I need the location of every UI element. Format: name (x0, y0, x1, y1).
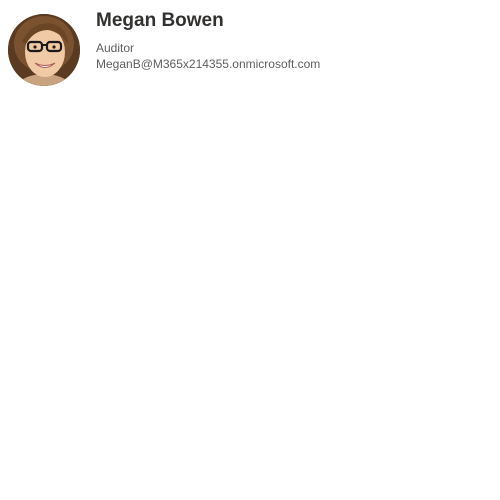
person-job-title: Auditor (96, 41, 135, 55)
person-card: Megan Bowen Auditor MeganB@M365x214355.o… (0, 0, 500, 500)
person-name: Megan Bowen (96, 10, 224, 31)
person-photo-icon (8, 14, 80, 86)
avatar[interactable] (8, 14, 80, 86)
person-info: Megan Bowen Auditor MeganB@M365x214355.o… (96, 9, 320, 72)
person-email[interactable]: MeganB@M365x214355.onmicrosoft.com (96, 56, 320, 72)
